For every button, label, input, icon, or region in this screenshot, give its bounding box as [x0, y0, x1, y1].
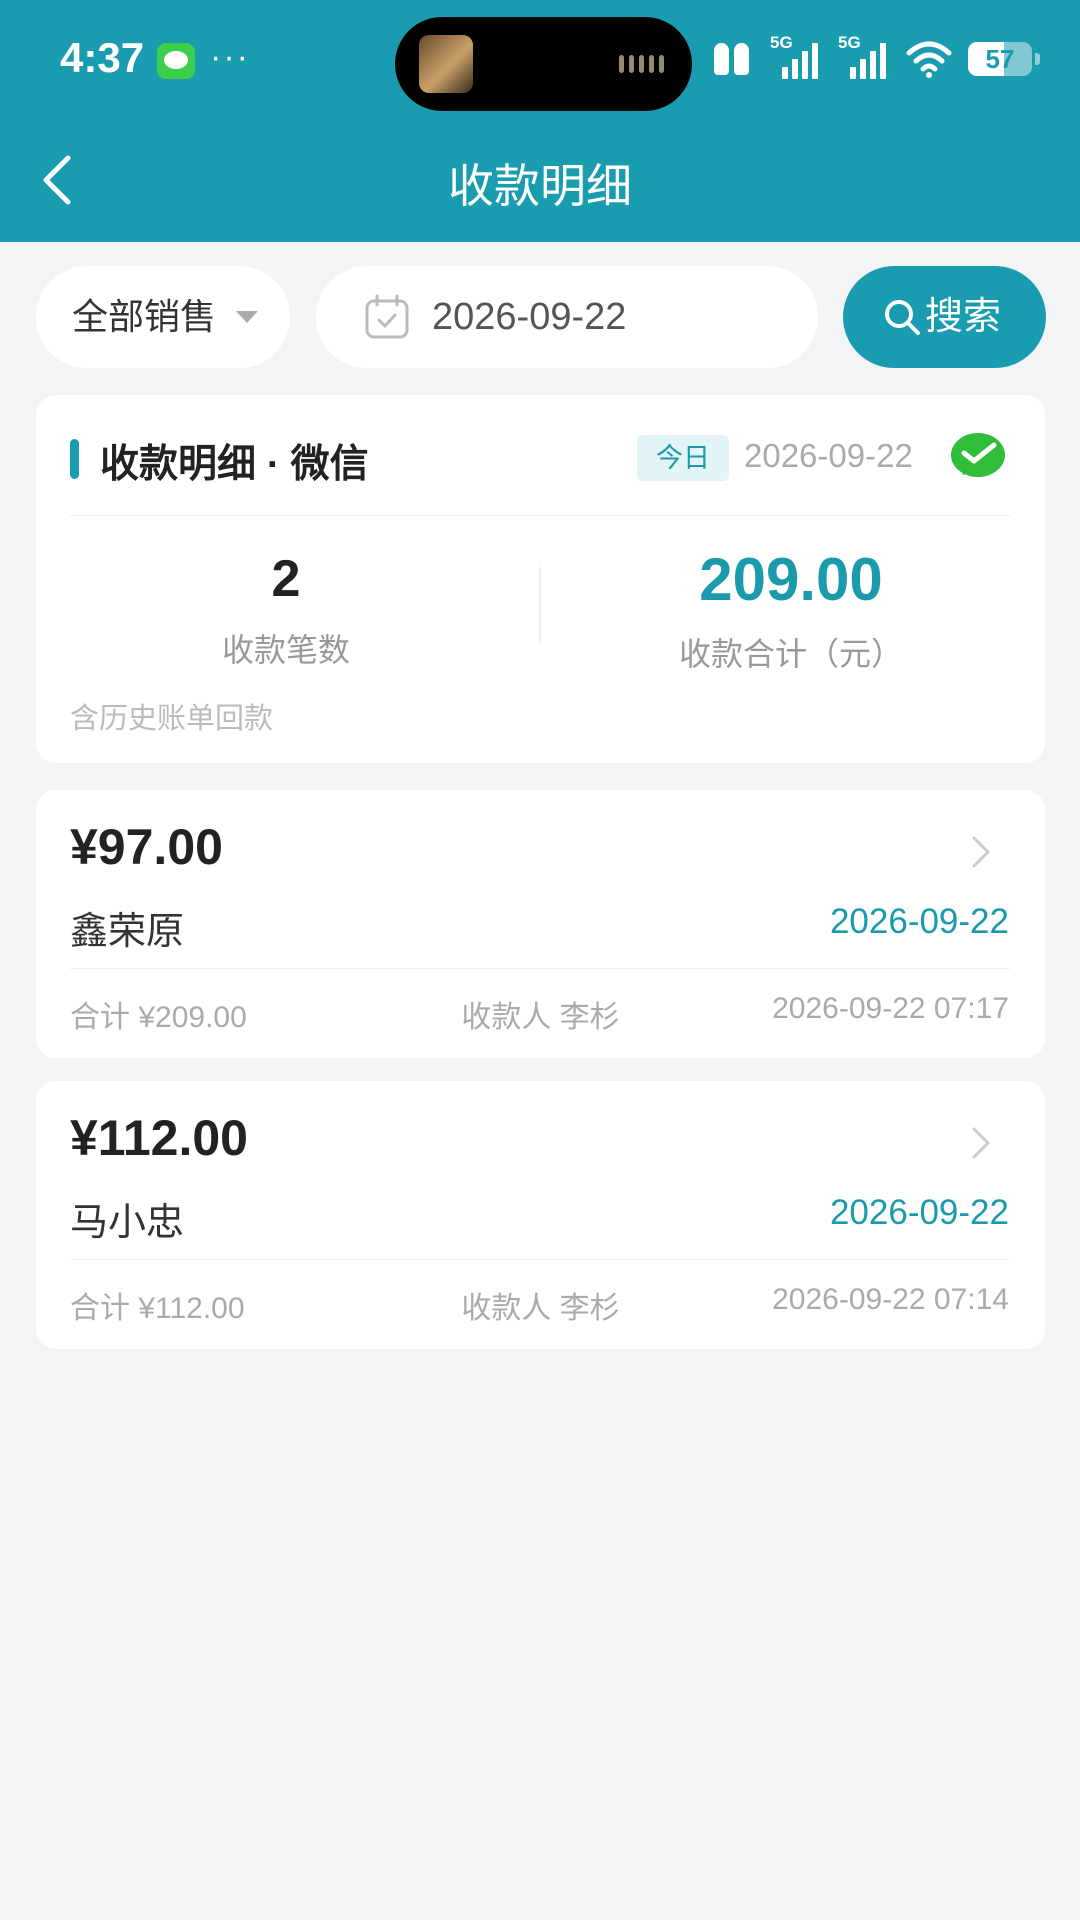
customer-name: 马小忠: [70, 1202, 185, 1244]
payment-item[interactable]: ¥112.00 马小忠 2026-09-22 合计 ¥112.00 收款人 李杉…: [36, 1081, 1045, 1349]
wechat-pay-icon: [951, 433, 1005, 477]
payment-date: 2026-09-22: [829, 902, 1009, 941]
payment-amount: ¥112.00: [70, 1110, 248, 1166]
status-bar: 4:37 ··· 5G 5G 57: [0, 0, 1080, 120]
payment-count: 2: [271, 550, 301, 608]
signal-icon: 5G: [770, 33, 822, 81]
divider: [70, 515, 1010, 516]
date-picker[interactable]: 2026-09-22: [316, 266, 818, 368]
summary-card: 收款明细 · 微信 今日 2026-09-22 2 收款笔数 209.00 收款…: [36, 395, 1045, 763]
message-icon: [157, 43, 195, 79]
media-thumbnail: [419, 35, 473, 93]
accent-bar: [70, 439, 79, 479]
payment-item[interactable]: ¥97.00 鑫荣原 2026-09-22 合计 ¥209.00 收款人 李杉 …: [36, 790, 1045, 1058]
battery-level: 57: [985, 44, 1015, 74]
dynamic-island[interactable]: [395, 17, 692, 111]
customer-name: 鑫荣原: [70, 911, 185, 953]
header: 4:37 ··· 5G 5G 57 收款明细: [0, 0, 1080, 242]
payment-amount: ¥97.00: [70, 819, 223, 875]
caret-down-icon: [236, 311, 258, 323]
payment-time: 2026-09-22 07:14: [772, 1283, 1009, 1316]
date-value: 2026-09-22: [432, 296, 627, 338]
divider: [70, 1259, 1010, 1260]
filter-row: 全部销售 2026-09-22 搜索: [36, 266, 1046, 368]
system-icons: 5G 5G 57: [710, 33, 1040, 84]
nav-bar: 收款明细: [0, 120, 1080, 242]
today-badge: 今日: [637, 435, 729, 481]
summary-note: 含历史账单回款: [70, 703, 274, 735]
signal-icon: 5G: [838, 33, 890, 81]
calendar-icon: [365, 294, 409, 339]
payment-time: 2026-09-22 07:17: [772, 992, 1009, 1025]
search-icon: [885, 300, 920, 335]
divider: [70, 968, 1010, 969]
search-label: 搜索: [925, 296, 1002, 338]
airpods-icon: [710, 39, 754, 79]
search-button[interactable]: 搜索: [843, 266, 1046, 368]
chevron-right-icon: [972, 836, 990, 868]
seller-select-value: 全部销售: [72, 296, 217, 337]
payment-total-label: 收款合计（元）: [678, 636, 903, 672]
payment-date: 2026-09-22: [829, 1193, 1009, 1232]
chevron-right-icon: [972, 1127, 990, 1159]
page-title: 收款明细: [448, 160, 632, 212]
battery-icon: 57: [968, 42, 1040, 76]
payment-count-label: 收款笔数: [221, 632, 350, 668]
audio-bars-icon: [619, 55, 664, 73]
summary-title: 收款明细 · 微信: [100, 443, 369, 486]
status-time: 4:37: [60, 34, 145, 81]
more-dots: ···: [210, 38, 250, 76]
summary-date: 2026-09-22: [744, 437, 913, 474]
payment-total: 209.00: [699, 546, 883, 613]
wifi-icon: [906, 41, 952, 78]
seller-select[interactable]: 全部销售: [36, 266, 290, 368]
